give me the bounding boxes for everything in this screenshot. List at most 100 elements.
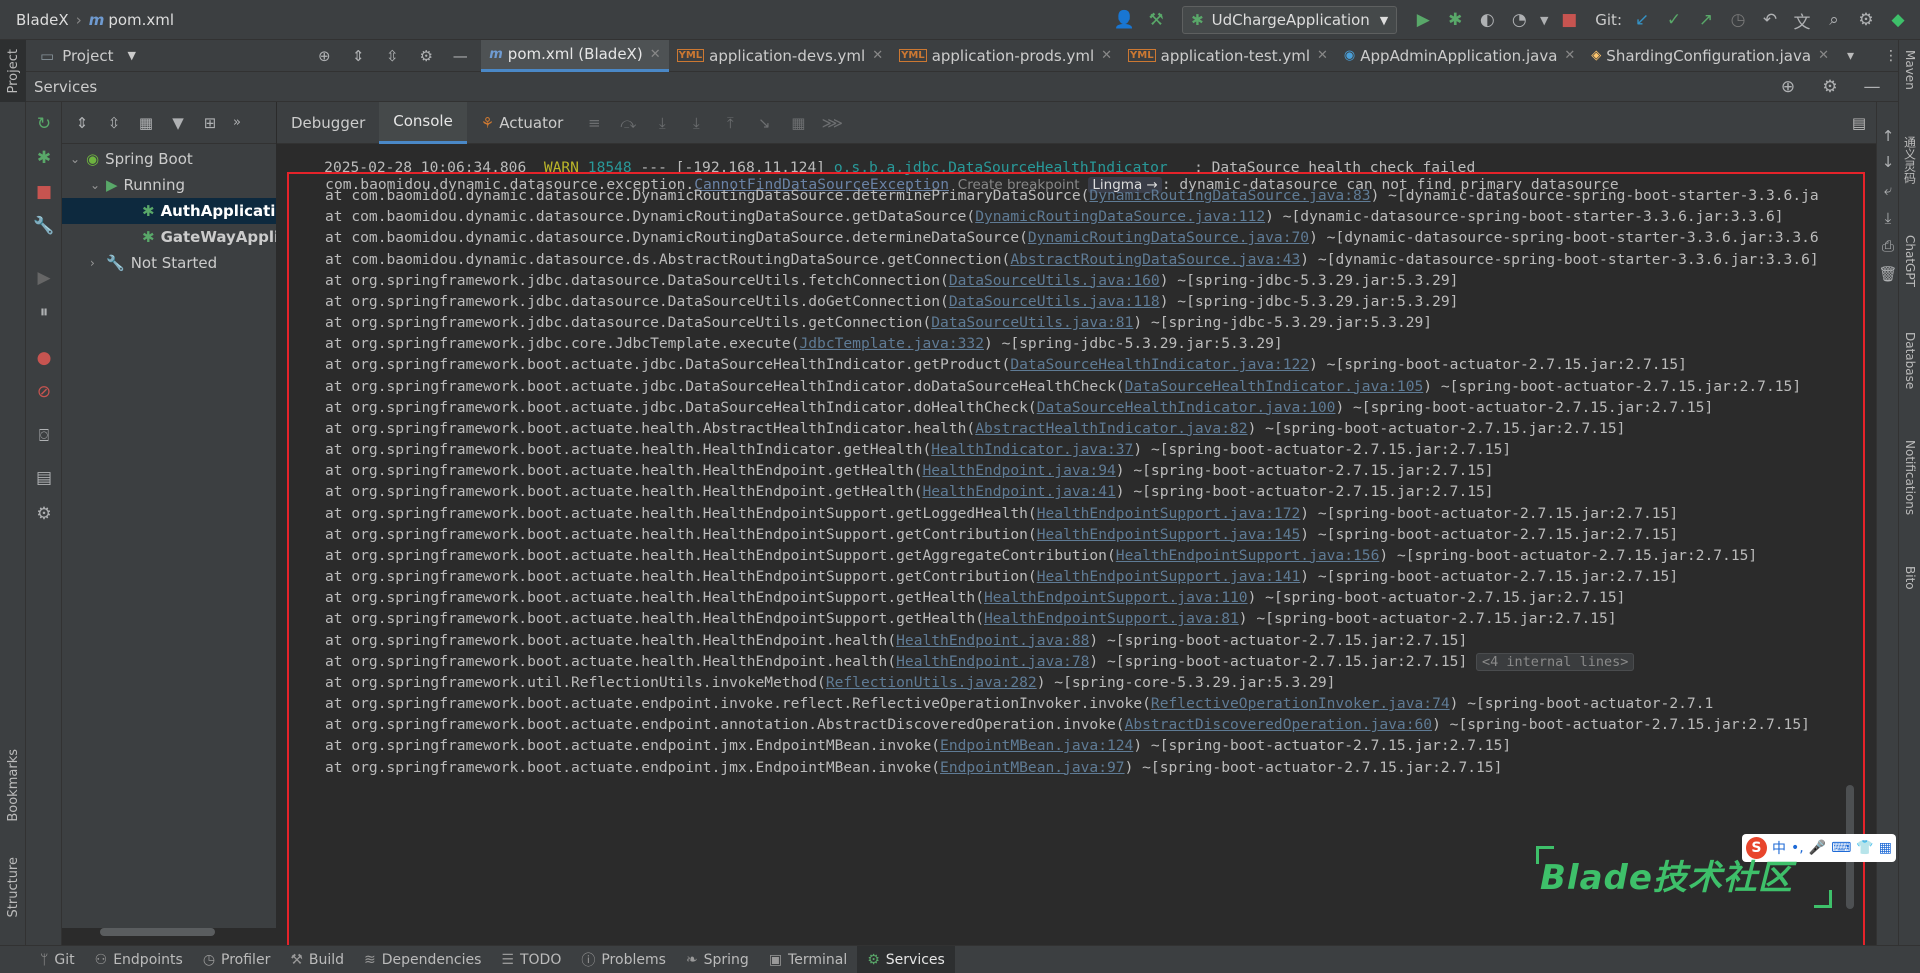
source-link[interactable]: HealthEndpointSupport.java:172 [1037,505,1301,522]
scroll-down-arrow-icon[interactable]: ↓ [1872,148,1904,176]
tool-window-endpoints[interactable]: ⚇ Endpoints [85,946,193,973]
toolbox-grid-icon[interactable]: ▦ [1879,840,1892,856]
print-icon[interactable]: ⎙ [1872,232,1904,260]
add-service-icon[interactable]: ⊕ [1772,71,1804,103]
tab-application-prods-yml[interactable]: YML application-prods.yml ✕ [891,40,1120,72]
run-icon[interactable]: ▶ [1407,4,1439,36]
step-into-icon[interactable]: ⤓ [645,102,679,144]
source-link[interactable]: EndpointMBean.java:97 [940,759,1125,776]
close-icon[interactable]: ✕ [650,47,661,62]
tool-window-problems[interactable]: ⓘ Problems [571,946,676,973]
scroll-to-end-icon[interactable]: ⤓ [1872,204,1904,232]
source-link[interactable]: HealthEndpoint.java:94 [922,462,1115,479]
tab-actuator[interactable]: ⚘ Actuator [467,102,578,144]
project-tool-tab[interactable]: Project [0,40,26,102]
layout-icon[interactable]: ▤ [28,462,60,494]
settings-icon[interactable]: ⚙ [28,498,60,530]
expand-all-icon[interactable]: ⇕ [343,40,373,72]
bookmarks-tool-tab[interactable]: Bookmarks [0,740,26,830]
force-step-into-icon[interactable]: ⤓ [679,102,713,144]
collapse-all-icon[interactable]: ⇳ [377,40,407,72]
tool-window-git[interactable]: ᛘ Git [30,946,85,973]
services-settings-icon[interactable]: ⚙ [1814,71,1846,103]
coverage-icon[interactable]: ◐ [1471,4,1503,36]
close-icon[interactable]: ✕ [1101,48,1112,63]
source-link[interactable]: EndpointMBean.java:124 [940,737,1133,754]
console-layout-icon[interactable]: ▤ [1842,102,1876,144]
source-link[interactable]: DataSourceUtils.java:118 [949,293,1160,310]
user-icon[interactable]: 👤 [1108,4,1140,36]
chevron-down-icon[interactable]: ⌄ [90,178,106,192]
step-out-icon[interactable]: ⤒ [713,102,747,144]
source-link[interactable]: ReflectionUtils.java:282 [826,674,1037,691]
source-link[interactable]: DataSourceHealthIndicator.java:100 [1037,399,1336,416]
more-tabs-icon[interactable]: ▾ [1847,48,1854,64]
folded-lines-badge[interactable]: <4 internal lines> [1476,652,1635,671]
filter-icon[interactable]: ▼ [162,107,194,139]
source-link[interactable]: DynamicRoutingDataSource.java:70 [1028,229,1309,246]
tab-application-devs-yml[interactable]: YML application-devs.yml ✕ [669,40,892,72]
tool-window-terminal[interactable]: ▣ Terminal [759,946,857,973]
tab-console[interactable]: Console [379,101,467,144]
microphone-icon[interactable]: 🎤 [1809,840,1826,856]
git-push-icon[interactable]: ↗ [1690,4,1722,36]
tree-item-spring-boot[interactable]: ⌄ ◉ Spring Boot [62,146,276,172]
tree-item-not-started[interactable]: › 🔧 Not Started [62,250,276,276]
group-by-icon[interactable]: ▦ [130,107,162,139]
tool-window-spring[interactable]: ❧ Spring [676,946,759,973]
tool-window-services[interactable]: ⚙ Services [857,945,955,973]
tab-application-test-yml[interactable]: YML application-test.yml ✕ [1120,40,1336,72]
trace-icon[interactable]: ⋙ [815,102,849,144]
close-icon[interactable]: ✕ [1317,48,1328,63]
close-icon[interactable]: ✕ [1818,48,1829,63]
git-commit-icon[interactable]: ✓ [1658,4,1690,36]
structure-tool-tab[interactable]: Structure [0,845,26,930]
mute-breakpoints-icon[interactable]: ⊘ [28,376,60,408]
scroll-up-arrow-icon[interactable]: ↑ [1872,122,1904,150]
git-update-icon[interactable]: ↙ [1626,4,1658,36]
console-output[interactable]: 2025-02-28 10:06:34.806 WARN 18548 --- [… [277,144,1876,945]
tab-sharding-configuration-java[interactable]: ◈ ShardingConfiguration.java ✕ [1583,40,1837,72]
tree-item-gateway-application[interactable]: ✱ GateWayApplication [62,224,276,250]
profile-icon[interactable]: ◔ [1503,4,1535,36]
settings-gear-icon[interactable]: ⚙ [1850,4,1882,36]
tool-window-profiler[interactable]: ◷ Profiler [193,946,281,973]
source-link[interactable]: HealthEndpointSupport.java:81 [984,610,1239,627]
expand-all-icon[interactable]: ⇕ [66,107,98,139]
source-link[interactable]: AbstractRoutingDataSource.java:43 [1010,251,1300,268]
step-over-icon[interactable]: ⤼ [611,102,645,144]
locate-crosshair-icon[interactable]: ⊕ [309,40,339,72]
search-icon[interactable]: ⌕ [1818,4,1850,36]
breadcrumb-project[interactable]: BladeX [16,11,69,29]
source-link[interactable]: AbstractDiscoveredOperation.java:60 [1125,716,1433,733]
source-link[interactable]: HealthEndpoint.java:78 [896,653,1089,670]
database-tool-tab[interactable]: Database [1899,332,1920,389]
soft-wrap-icon[interactable]: ⤶ [1872,176,1904,204]
project-view-selector[interactable]: ▭ Project ▼ [26,47,329,65]
source-link[interactable]: HealthEndpointSupport.java:141 [1037,568,1301,585]
close-icon[interactable]: ✕ [1564,48,1575,63]
source-link[interactable]: HealthEndpointSupport.java:110 [984,589,1248,606]
skin-shirt-icon[interactable]: 👕 [1856,840,1873,856]
source-link[interactable]: HealthEndpoint.java:41 [922,483,1115,500]
source-link[interactable]: HealthEndpointSupport.java:156 [1116,547,1380,564]
options-gear-icon[interactable]: ⚙ [411,40,441,72]
maven-tool-tab[interactable]: Maven [1899,50,1920,90]
source-link[interactable]: DataSourceHealthIndicator.java:105 [1125,378,1424,395]
tab-app-admin-application-java[interactable]: ◉ AppAdminApplication.java ✕ [1336,40,1583,72]
resume-icon[interactable]: ▶ [28,262,60,294]
source-link[interactable]: HealthIndicator.java:37 [931,441,1133,458]
collapse-all-icon[interactable]: ⇳ [98,107,130,139]
keyboard-icon[interactable]: ⌨ [1831,840,1851,856]
notifications-tool-tab[interactable]: Notifications [1899,440,1920,515]
source-link[interactable]: HealthEndpoint.java:88 [896,632,1089,649]
tree-item-running[interactable]: ⌄ ▶ Running [62,172,276,198]
source-link[interactable]: JdbcTemplate.java:332 [799,335,984,352]
pause-icon[interactable]: ⏸ [28,296,60,328]
hide-minus-icon[interactable]: — [445,40,475,72]
tool-window-dependencies[interactable]: ≋ Dependencies [354,946,491,973]
tab-debugger[interactable]: Debugger [277,102,379,144]
debug-service-icon[interactable]: ✱ [28,142,60,174]
chevron-down-icon[interactable]: ⌄ [70,152,86,166]
stop-service-icon[interactable]: ■ [28,176,60,208]
